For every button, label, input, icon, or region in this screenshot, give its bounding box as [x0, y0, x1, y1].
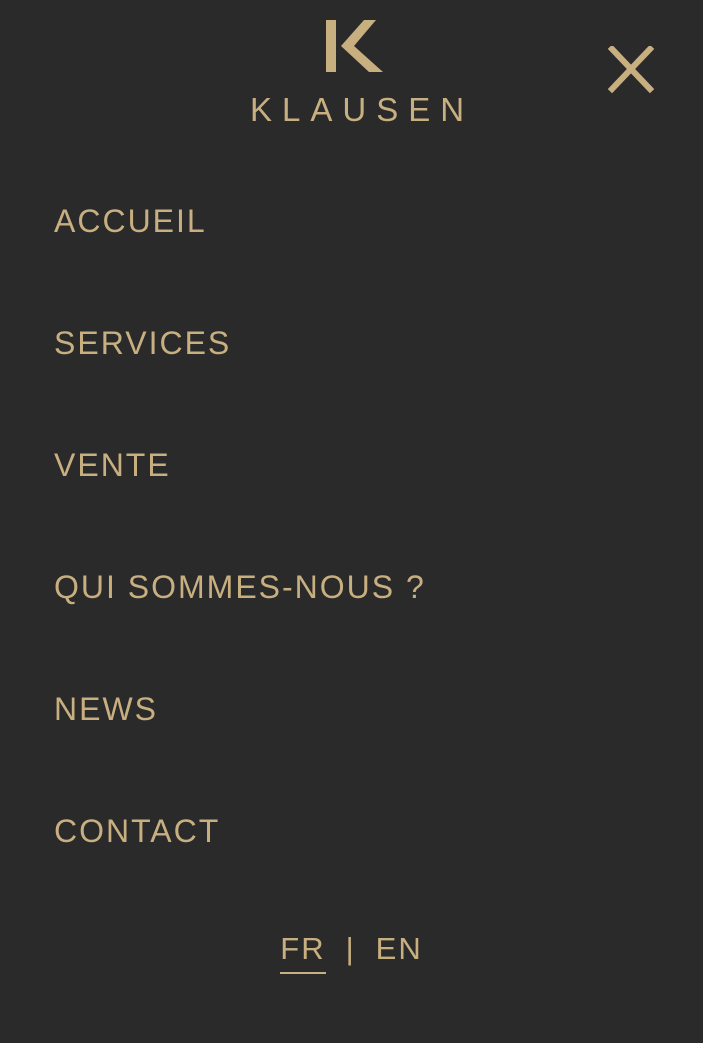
mobile-menu-overlay: KLAUSEN ACCUEIL SERVICES VENTE QUI SOMME…: [0, 0, 703, 1043]
nav-link-accueil[interactable]: ACCUEIL: [54, 184, 207, 258]
nav-link-contact[interactable]: CONTACT: [54, 794, 220, 868]
nav-item-services: SERVICES: [54, 306, 614, 428]
brand-name: KLAUSEN: [250, 91, 475, 128]
nav-link-qui-sommes-nous[interactable]: QUI SOMMES-NOUS ?: [54, 550, 426, 624]
nav-item-contact: CONTACT: [54, 794, 614, 916]
nav-item-accueil: ACCUEIL: [54, 184, 614, 306]
nav-item-vente: VENTE: [54, 428, 614, 550]
brand-logo[interactable]: KLAUSEN: [245, 20, 475, 130]
main-navigation: ACCUEIL SERVICES VENTE QUI SOMMES-NOUS ?…: [54, 184, 614, 916]
language-separator: |: [345, 931, 356, 966]
language-option-fr[interactable]: FR: [280, 928, 326, 974]
nav-item-qui-sommes-nous: QUI SOMMES-NOUS ?: [54, 550, 614, 672]
language-option-en[interactable]: EN: [376, 928, 423, 970]
nav-link-services[interactable]: SERVICES: [54, 306, 231, 380]
nav-link-vente[interactable]: VENTE: [54, 428, 171, 502]
close-icon: [607, 44, 655, 94]
nav-link-news[interactable]: NEWS: [54, 672, 158, 746]
close-button[interactable]: [606, 44, 656, 94]
nav-item-news: NEWS: [54, 672, 614, 794]
language-switcher: FR | EN: [0, 928, 703, 974]
klausen-k-logo-mark: [326, 20, 383, 72]
